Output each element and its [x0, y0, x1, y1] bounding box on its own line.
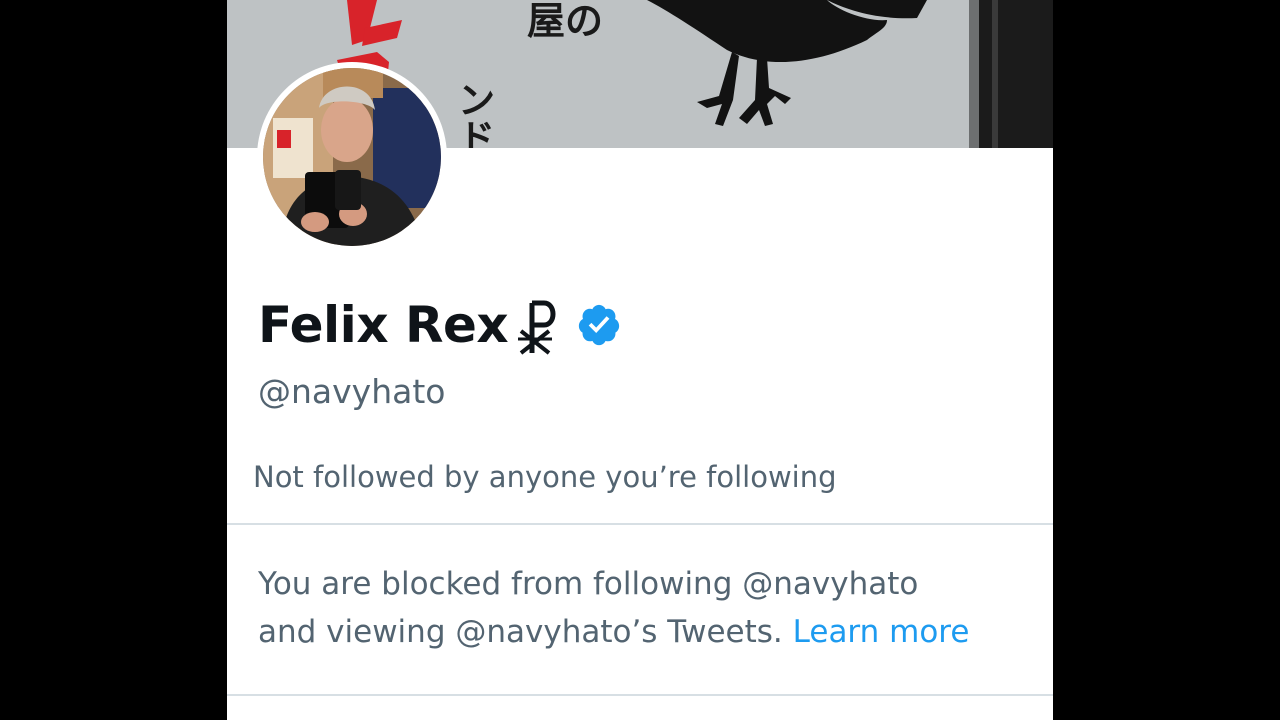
blocked-message-line-1: You are blocked from following @navyhato [258, 566, 919, 602]
followers-you-know-note: Not followed by anyone you’re following [253, 460, 837, 494]
learn-more-link[interactable]: Learn more [793, 614, 970, 650]
avatar-photo [263, 68, 441, 246]
verified-badge-icon[interactable] [576, 302, 622, 348]
banner-jp-text-2: ンド [451, 80, 495, 148]
blocked-message-line-2-text: and viewing @navyhato’s Tweets. [258, 614, 783, 650]
divider [227, 523, 1053, 525]
profile-avatar[interactable] [257, 62, 447, 252]
blocked-message: You are blocked from following @navyhato… [258, 560, 1038, 656]
divider [227, 694, 1053, 696]
profile-panel: 屋の ンド Felix Rex @navyhato Not followed b… [227, 0, 1053, 720]
profile-name-row: Felix Rex [258, 290, 622, 360]
chi-rho-icon [518, 300, 556, 355]
banner-jp-text-1: 屋の [527, 0, 603, 43]
blocked-message-line-2: and viewing @navyhato’s Tweets. Learn mo… [258, 608, 1038, 656]
profile-display-name: Felix Rex [258, 296, 509, 354]
profile-handle: @navyhato [258, 372, 446, 411]
